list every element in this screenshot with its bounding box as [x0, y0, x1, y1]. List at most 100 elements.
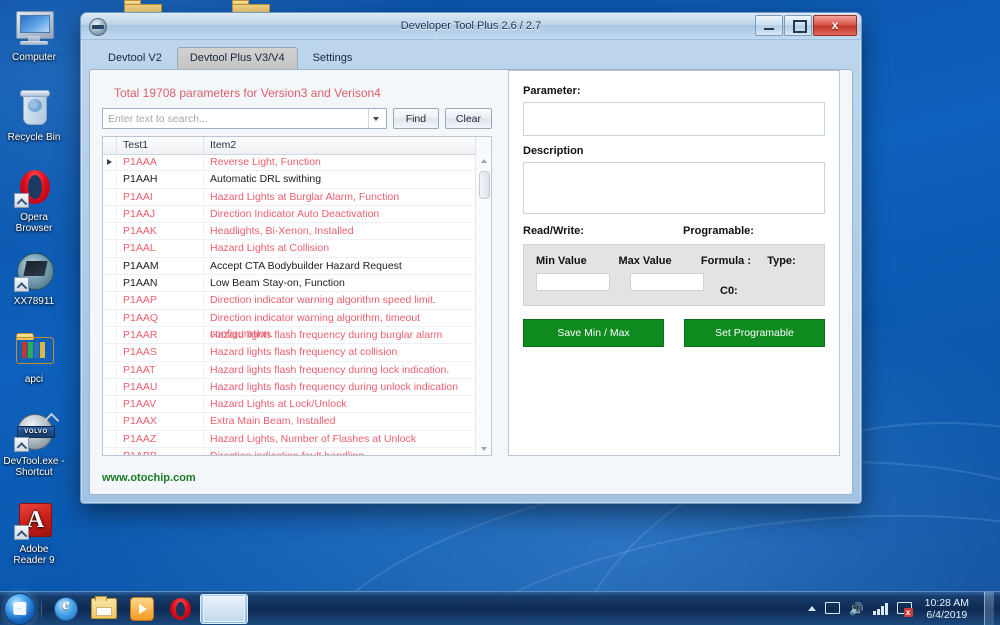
table-row[interactable]: P1AAH Automatic DRL swithing: [103, 171, 476, 189]
desktop-icon-label: Adobe Reader 9: [13, 544, 55, 566]
taskbar-media-player[interactable]: [124, 595, 160, 623]
shortcut-arrow-icon: [14, 193, 29, 208]
tab-devtool-plus-v3-v4[interactable]: Devtool Plus V3/V4: [176, 47, 298, 70]
cell-test1: P1AAI: [117, 188, 204, 205]
scrollbar-thumb[interactable]: [479, 171, 490, 199]
table-row[interactable]: P1AAL Hazard Lights at Collision: [103, 240, 476, 258]
row-gutter: [103, 275, 117, 292]
internet-explorer-icon: [54, 596, 78, 621]
show-desktop-button[interactable]: [984, 592, 994, 625]
desktop-icon-label: DevTool.exe - Shortcut: [3, 456, 65, 478]
row-gutter: [103, 344, 117, 361]
column-header-test1[interactable]: Test1: [117, 137, 204, 154]
chevron-down-icon[interactable]: [367, 109, 384, 128]
cell-test1: P1AAA: [117, 154, 204, 171]
network-error-icon[interactable]: x: [896, 602, 913, 617]
tab-settings[interactable]: Settings: [300, 47, 366, 70]
close-button[interactable]: x: [813, 15, 857, 36]
disc-tool-icon: [2, 252, 66, 294]
row-gutter: [103, 413, 117, 430]
scroll-up-arrow-icon[interactable]: [476, 154, 491, 167]
row-gutter: [103, 205, 117, 223]
grid-gutter-header: [103, 137, 117, 154]
taskbar-windows-explorer[interactable]: [86, 595, 122, 623]
cell-test1: P1AAU: [117, 378, 204, 396]
taskbar-developer-tool-window[interactable]: [200, 593, 248, 624]
table-row[interactable]: P1AAQ Direction indicator warning algorit…: [103, 309, 476, 340]
row-current-indicator-icon: [103, 154, 117, 171]
network-status-icon[interactable]: [825, 602, 841, 615]
table-row[interactable]: P1AAR Hazard lights flash frequency durin…: [103, 326, 476, 345]
cell-test1: P1AAQ: [117, 309, 204, 326]
find-button[interactable]: Find: [392, 108, 439, 129]
desktop-icon-opera-browser[interactable]: Opera Browser: [2, 168, 66, 234]
row-gutter: [103, 309, 117, 326]
minimize-button[interactable]: [755, 15, 783, 36]
volume-icon[interactable]: 🔊: [849, 603, 864, 615]
table-row[interactable]: P1AAI Hazard Lights at Burglar Alarm, Fun…: [103, 188, 476, 206]
clock-time: 10:28 AM: [924, 596, 969, 609]
set-programable-button[interactable]: Set Programable: [684, 319, 825, 347]
cell-test1: P1ABB: [117, 448, 204, 455]
clock[interactable]: 10:28 AM 6/4/2019: [921, 597, 973, 621]
desktop-icon-devtool-shortcut[interactable]: VOLVO DevTool.exe - Shortcut: [2, 412, 66, 478]
table-row[interactable]: P1AAS Hazard lights flash frequency at co…: [103, 344, 476, 362]
search-input[interactable]: [103, 109, 386, 128]
parameter-value-field[interactable]: [523, 102, 825, 136]
desktop-icon-label: Recycle Bin: [7, 132, 61, 143]
media-player-icon: [130, 596, 154, 621]
cell-test1: P1AAN: [117, 275, 204, 292]
window-controls: x: [755, 15, 857, 36]
tab-devtool-v2[interactable]: Devtool V2: [95, 47, 175, 70]
min-value-input[interactable]: [536, 273, 610, 291]
website-link[interactable]: www.otochip.com: [102, 472, 196, 484]
desktop-icon-recycle-bin[interactable]: Recycle Bin: [2, 88, 66, 143]
desktop-icon-computer[interactable]: Computer: [2, 8, 66, 63]
desktop-icon-adobe-reader[interactable]: Adobe Reader 9: [2, 500, 66, 566]
table-row[interactable]: P1AAX Extra Main Beam, Installed: [103, 413, 476, 431]
table-row[interactable]: P1AAA Reverse Light, Function: [103, 154, 476, 172]
table-row[interactable]: P1AAJ Direction Indicator Auto Deactivati…: [103, 205, 476, 224]
cell-item2: Hazard lights flash frequency during loc…: [210, 363, 450, 376]
maximize-button[interactable]: [784, 15, 812, 36]
tab-strip: Devtool V2 Devtool Plus V3/V4 Settings: [81, 40, 861, 70]
max-value-input[interactable]: [630, 273, 704, 291]
row-gutter: [103, 292, 117, 309]
shortcut-arrow-icon: [14, 525, 29, 540]
cell-test1: P1AAZ: [117, 430, 204, 448]
row-gutter: [103, 378, 117, 396]
parameter-grid: Test1 Item2 P1AAA Reverse Light, Function…: [102, 136, 492, 456]
cell-test1: P1AAS: [117, 344, 204, 361]
signal-strength-icon[interactable]: [873, 602, 888, 615]
taskbar-internet-explorer[interactable]: [48, 595, 84, 623]
show-hidden-icons-icon[interactable]: [808, 606, 817, 611]
table-row[interactable]: P1AAZ Hazard Lights, Number of Flashes at…: [103, 430, 476, 449]
readwrite-label: Read/Write:: [523, 225, 584, 237]
taskbar-opera[interactable]: [162, 595, 198, 623]
column-header-item2[interactable]: Item2: [204, 137, 475, 154]
desktop-icon-label: Opera Browser: [15, 212, 53, 234]
table-row[interactable]: P1ABBDirection indication fault handling: [103, 448, 476, 455]
save-min-max-button[interactable]: Save Min / Max: [523, 319, 664, 347]
title-bar[interactable]: Developer Tool Plus 2.6 / 2.7 x: [81, 13, 861, 40]
row-gutter: [103, 430, 117, 448]
table-row[interactable]: P1AAU Hazard lights flash frequency durin…: [103, 378, 476, 397]
table-row[interactable]: P1AAM Accept CTA Bodybuilder Hazard Reque…: [103, 257, 476, 276]
start-button[interactable]: [4, 592, 36, 625]
table-row[interactable]: P1AAV Hazard Lights at Lock/Unlock: [103, 396, 476, 414]
grid-vertical-scrollbar[interactable]: [475, 154, 491, 455]
desktop-icon-xx78911[interactable]: XX78911: [2, 252, 66, 307]
table-row[interactable]: P1AAT Hazard lights flash frequency durin…: [103, 361, 476, 379]
search-combobox[interactable]: [102, 108, 387, 129]
description-value-field[interactable]: [523, 162, 825, 214]
type-label: Type:: [767, 255, 796, 267]
cell-test1: P1AAK: [117, 223, 204, 240]
taskbar: 🔊 x 10:28 AM 6/4/2019: [0, 591, 1000, 625]
table-row[interactable]: P1AAK Headlights, Bi-Xenon, Installed: [103, 223, 476, 241]
clear-button[interactable]: Clear: [444, 108, 492, 129]
table-row[interactable]: P1AAP Direction indicator warning algorit…: [103, 292, 476, 310]
table-row[interactable]: P1AAN Low Beam Stay-on, Function: [103, 275, 476, 293]
cell-item2: Direction indicator warning algorithm sp…: [210, 294, 436, 307]
scroll-down-arrow-icon[interactable]: [476, 442, 491, 455]
desktop-icon-apci[interactable]: apci: [2, 330, 66, 385]
